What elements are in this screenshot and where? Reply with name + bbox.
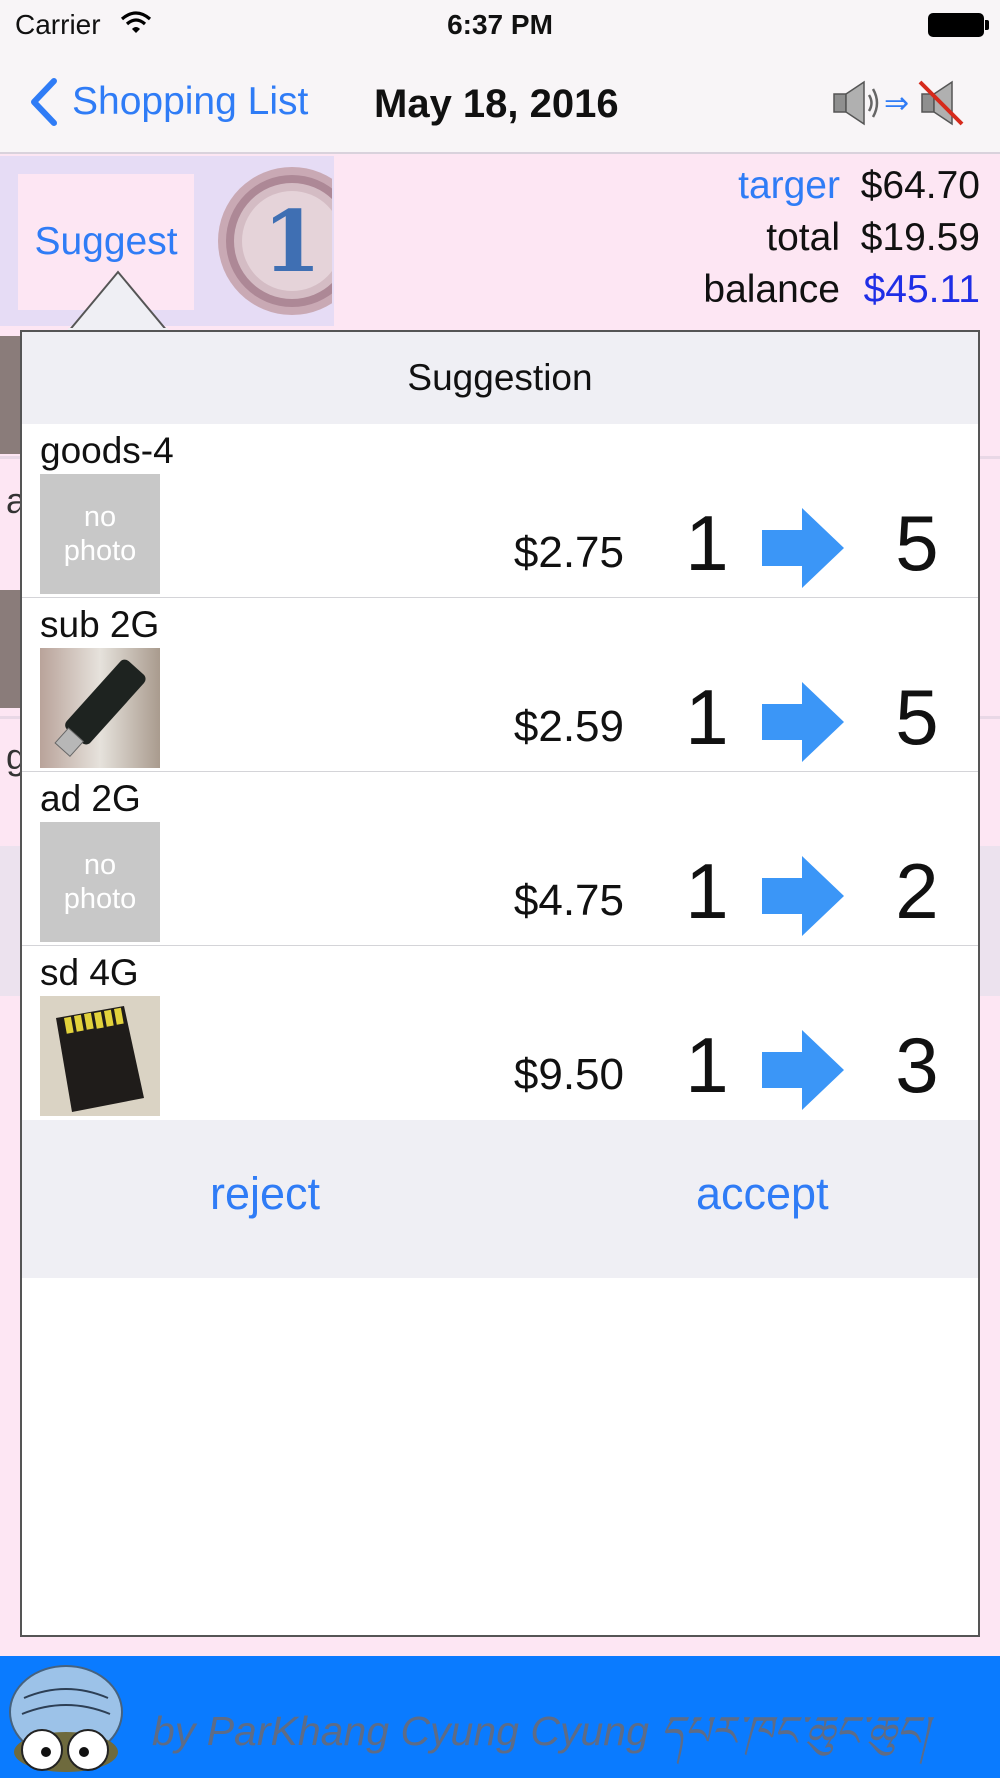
accept-button[interactable]: accept	[696, 1168, 829, 1220]
svg-text:⇒: ⇒	[884, 86, 909, 121]
no-photo-text: no	[83, 501, 117, 533]
medal-icon: 1	[212, 166, 332, 316]
popover-arrow	[68, 270, 168, 332]
navigation-bar: Shopping List May 18, 2016 ⇒	[0, 52, 1000, 154]
footer-banner[interactable]: by ParKhang Cyung Cyung དཔར་ཁང་ཆུང་ཆུང།	[0, 1656, 1000, 1778]
item-price: $2.59	[513, 702, 624, 751]
target-value: $64.70	[860, 164, 980, 207]
totals-panel: targer $64.70 total $19.59 balance $45.1…	[334, 156, 1000, 326]
suggestion-list: goods-4 no photo $2.75 1 5 sub 2G $2.59 …	[22, 424, 978, 1120]
current-quantity: 1	[685, 673, 729, 761]
total-value: $19.59	[860, 216, 980, 259]
total-row: total $19.59	[334, 216, 1000, 268]
suggestion-row[interactable]: sub 2G $2.59 1 5	[22, 598, 978, 772]
no-photo-text: photo	[63, 535, 137, 567]
item-price: $4.75	[513, 876, 624, 925]
current-quantity: 1	[685, 847, 729, 935]
popover-actions: reject accept	[22, 1120, 978, 1278]
suggested-quantity: 3	[895, 1021, 939, 1109]
suggested-quantity: 5	[895, 499, 939, 587]
back-button-label: Shopping List	[72, 80, 309, 123]
list-item-thumbnail	[0, 336, 20, 454]
sound-toggle-button[interactable]: ⇒	[830, 78, 970, 128]
balance-row: balance $45.11	[334, 268, 1000, 320]
reject-button[interactable]: reject	[210, 1168, 320, 1220]
balance-value: $45.11	[863, 268, 980, 311]
no-photo-placeholder: no photo	[40, 822, 160, 942]
status-time: 6:37 PM	[447, 9, 553, 40]
credit-text: by ParKhang Cyung Cyung དཔར་ཁང་ཆུང་ཆུང།	[152, 1708, 929, 1754]
suggested-quantity: 5	[895, 673, 939, 761]
usb-stick-photo	[40, 648, 160, 768]
suggestion-row[interactable]: sd 4G $9.50 1 3	[22, 946, 978, 1120]
speaker-to-mute-icon: ⇒	[833, 80, 964, 126]
list-item-thumbnail	[0, 590, 20, 708]
target-row: targer $64.70	[334, 164, 1000, 216]
item-price: $9.50	[513, 1050, 624, 1099]
page-title: May 18, 2016	[374, 82, 619, 126]
no-photo-text: photo	[63, 883, 137, 915]
suggestion-row[interactable]: ad 2G no photo $4.75 1 2	[22, 772, 978, 946]
chevron-left-icon	[31, 78, 57, 126]
item-name: sd 4G	[40, 952, 139, 993]
arrow-right-icon	[762, 1030, 844, 1110]
battery-icon	[928, 13, 989, 37]
sd-card-photo	[40, 996, 160, 1116]
suggestion-row[interactable]: goods-4 no photo $2.75 1 5	[22, 424, 978, 598]
current-quantity: 1	[685, 1021, 729, 1109]
item-name: ad 2G	[40, 778, 141, 819]
suggestion-popover: Suggestion goods-4 no photo $2.75 1 5 su…	[20, 330, 980, 1637]
status-bar: Carrier 6:37 PM	[0, 0, 1000, 52]
no-photo-text: no	[83, 849, 117, 881]
item-name: goods-4	[40, 430, 174, 471]
popover-title: Suggestion	[22, 330, 978, 424]
back-button[interactable]: Shopping List	[26, 72, 308, 132]
suggested-quantity: 2	[895, 847, 939, 935]
arrow-right-icon	[762, 682, 844, 762]
arrow-right-icon	[762, 856, 844, 936]
no-photo-placeholder: no photo	[40, 474, 160, 594]
item-price: $2.75	[513, 528, 624, 577]
item-name: sub 2G	[40, 604, 160, 645]
current-quantity: 1	[685, 499, 729, 587]
medal-number: 1	[263, 192, 321, 291]
arrow-right-icon	[762, 508, 844, 588]
parkhang-mascot-logo	[9, 1665, 123, 1772]
